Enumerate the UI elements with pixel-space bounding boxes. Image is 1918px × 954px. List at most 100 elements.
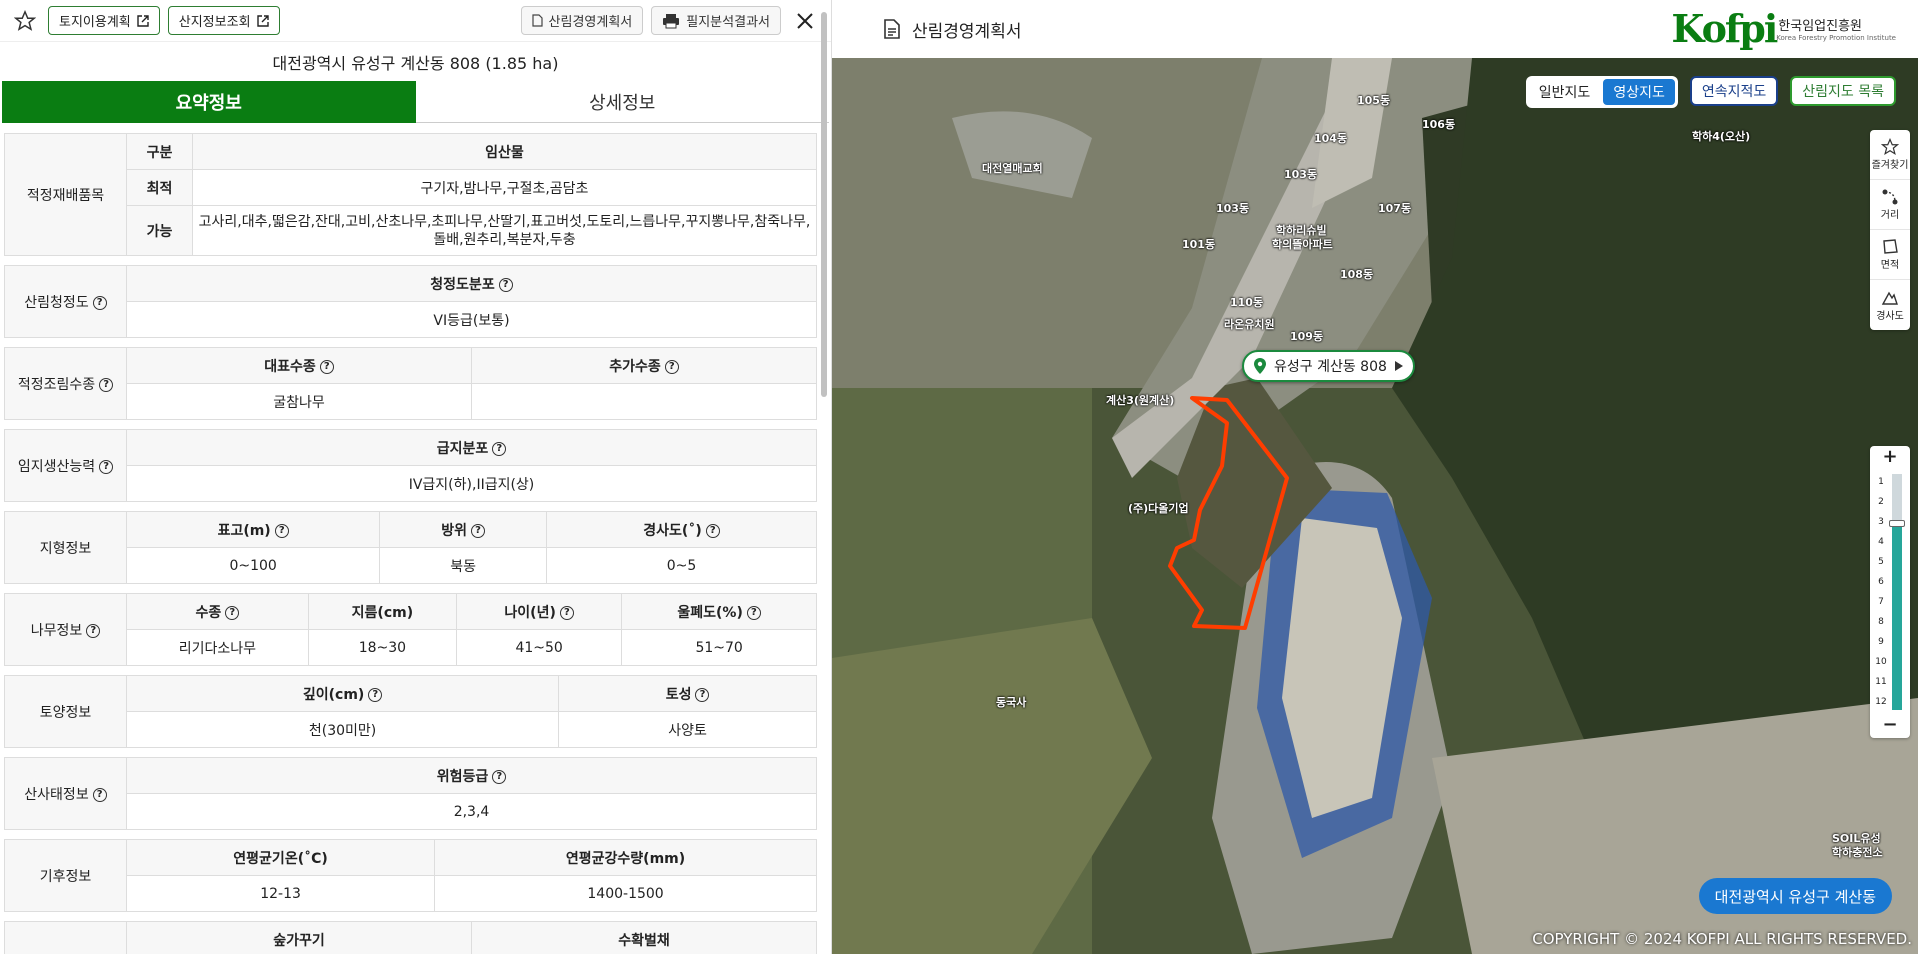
map-controls: 일반지도 영상지도 연속지적도 산림지도 목록 <box>1525 76 1896 108</box>
terrain-col-aspect: 방위? <box>379 511 548 548</box>
tool-favorite-label: 즐겨찾기 <box>1871 160 1909 171</box>
climate-label: 기후정보 <box>4 839 127 912</box>
land-use-plan-button[interactable]: 토지이용계획 <box>48 6 160 35</box>
crops-col-kind: 구분 <box>126 133 193 170</box>
help-icon[interactable]: ? <box>492 441 507 456</box>
mountain-info-button[interactable]: 산지정보조회 <box>167 6 280 35</box>
zoom-level-label[interactable]: 9 <box>1872 632 1890 652</box>
help-icon[interactable]: ? <box>274 523 289 538</box>
map-label: 110동 <box>1230 296 1264 309</box>
map-label: 108동 <box>1340 268 1374 281</box>
forest-plan-button[interactable]: 산림경영계획서 <box>520 6 644 35</box>
external-link-icon <box>137 14 149 27</box>
zoom-track[interactable] <box>1889 474 1905 710</box>
productivity-table: 임지생산능력? 급지분포? IV급지(하),II급지(상) <box>4 429 817 502</box>
zoom-level-label[interactable]: 7 <box>1872 592 1890 612</box>
tree-col-species-text: 수종 <box>195 604 222 621</box>
document-icon <box>884 19 900 39</box>
cleanliness-table: 산림청정도? 청정도분포? VI등급(보통) <box>4 265 817 338</box>
map-tools: 즐겨찾기 거리 면적 경사도 <box>1870 130 1910 330</box>
crops-col-product: 임산물 <box>192 133 817 170</box>
map-label: 109동 <box>1290 330 1324 343</box>
parcel-result-button[interactable]: 필지분석결과서 <box>651 6 781 35</box>
zoom-level-label[interactable]: 3 <box>1872 512 1890 532</box>
cadastral-map-button[interactable]: 연속지적도 <box>1689 76 1779 106</box>
copyright: COPYRIGHT © 2024 KOFPI ALL RIGHTS RESERV… <box>1532 930 1912 948</box>
climate-rain: 1400-1500 <box>434 875 817 912</box>
zoom-level-label[interactable]: 10 <box>1872 652 1890 672</box>
map-label: 107동 <box>1378 202 1412 215</box>
climate-table: 기후정보 연평균기온(˚C) 연평균강수량(mm) 12-13 1400-150… <box>4 839 817 912</box>
satellite-map-button[interactable]: 영상지도 <box>1603 79 1675 105</box>
zoom-level-label[interactable]: 12 <box>1872 692 1890 712</box>
help-icon[interactable]: ? <box>498 277 513 292</box>
help-icon[interactable]: ? <box>92 787 107 802</box>
zoom-in-button[interactable]: + <box>1870 446 1910 468</box>
terrain-slope: 0~5 <box>546 547 817 584</box>
normal-map-button[interactable]: 일반지도 <box>1529 79 1601 105</box>
zoom-level-label[interactable]: 5 <box>1872 552 1890 572</box>
zoom-level-label[interactable]: 1 <box>1872 472 1890 492</box>
help-icon[interactable]: ? <box>92 295 107 310</box>
crops-best-label: 최적 <box>126 169 193 206</box>
terrain-col-slope: 경사도(˚)? <box>546 511 817 548</box>
help-icon[interactable]: ? <box>319 359 334 374</box>
map-label: 학하4(오산) <box>1692 130 1751 143</box>
tree-dia: 18~30 <box>307 629 458 666</box>
help-icon[interactable]: ? <box>705 523 720 538</box>
tree-label-text: 나무정보 <box>30 622 83 639</box>
zoom-level-label[interactable]: 2 <box>1872 492 1890 512</box>
tool-favorite[interactable]: 즐겨찾기 <box>1870 130 1910 180</box>
help-icon[interactable]: ? <box>492 769 507 784</box>
species-main-value: 굴참나무 <box>126 383 472 420</box>
tool-area[interactable]: 면적 <box>1870 230 1910 280</box>
help-icon[interactable]: ? <box>99 377 114 392</box>
zoom-level-label[interactable]: 11 <box>1872 672 1890 692</box>
help-icon[interactable]: ? <box>368 687 383 702</box>
help-icon[interactable]: ? <box>99 459 114 474</box>
map-label: 계산3(원계산) <box>1106 394 1175 407</box>
zoom-level-label[interactable]: 6 <box>1872 572 1890 592</box>
help-icon[interactable]: ? <box>664 359 679 374</box>
landslide-label: 산사태정보? <box>4 757 127 830</box>
parcel-address: 대전광역시 유성구 계산동 808 (1.85 ha) <box>0 41 831 81</box>
scrollbar-thumb[interactable] <box>821 12 827 397</box>
terrain-label: 지형정보 <box>4 511 127 584</box>
help-icon[interactable]: ? <box>86 623 101 638</box>
logo-mark: Kofpi <box>1671 6 1778 51</box>
document-icon <box>531 14 543 27</box>
tree-col-density-text: 울폐도(%) <box>677 604 743 621</box>
tab-detail[interactable]: 상세정보 <box>415 81 829 123</box>
terrain-col-elev-text: 표고(m) <box>217 522 271 539</box>
zoom-level-label[interactable]: 4 <box>1872 532 1890 552</box>
soil-type: 사양토 <box>558 711 817 748</box>
info-panel: 토지이용계획 산지정보조회 산림경영계획서 필지분석결과서 대전광역시 유성구 … <box>0 0 832 954</box>
species-col-extra: 추가수종? <box>471 347 817 384</box>
panel-scrollbar[interactable] <box>819 4 829 950</box>
help-icon[interactable]: ? <box>695 687 710 702</box>
parcel-marker[interactable]: 유성구 계산동 808 <box>1242 350 1415 382</box>
tool-slope[interactable]: 경사도 <box>1870 280 1910 330</box>
help-icon[interactable]: ? <box>225 605 240 620</box>
tab-summary[interactable]: 요약정보 <box>2 81 416 123</box>
distance-icon <box>1882 189 1898 205</box>
map-label: 동국사 <box>996 696 1027 709</box>
help-icon[interactable]: ? <box>559 605 574 620</box>
favorite-star-icon[interactable] <box>10 6 40 36</box>
cleanliness-col-text: 청정도분포 <box>430 276 495 293</box>
zoom-out-button[interactable]: − <box>1870 714 1910 736</box>
forest-map-list-button[interactable]: 산림지도 목록 <box>1790 76 1896 106</box>
crops-possible-value: 고사리,대추,떫은감,잔대,고비,산초나무,초피나무,산딸기,표고버섯,도토리,… <box>192 205 817 256</box>
help-icon[interactable]: ? <box>746 605 761 620</box>
help-icon[interactable]: ? <box>471 523 486 538</box>
map-label: 학의뜰아파트 <box>1272 238 1333 251</box>
close-icon[interactable] <box>789 5 821 37</box>
zoom-handle[interactable] <box>1889 520 1905 528</box>
tool-distance[interactable]: 거리 <box>1870 180 1910 230</box>
tool-area-label: 면적 <box>1880 260 1900 271</box>
satellite-map[interactable]: 대전열매교회 105동 106동 104동 103동 107동 103동 101… <box>832 58 1918 954</box>
zoom-level-label[interactable]: 8 <box>1872 612 1890 632</box>
region-button[interactable]: 대전광역시 유성구 계산동 <box>1698 878 1892 914</box>
terrain-col-aspect-text: 방위 <box>441 522 468 539</box>
mountain-info-label: 산지정보조회 <box>178 15 251 30</box>
